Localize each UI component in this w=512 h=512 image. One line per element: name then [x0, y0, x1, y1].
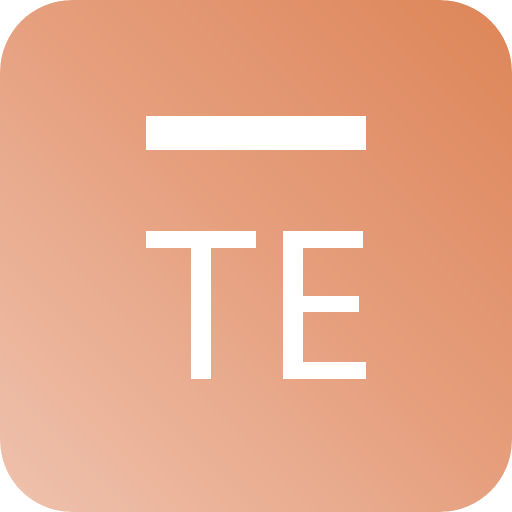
te-app-icon: TE: [0, 0, 512, 512]
overline-bar: [146, 116, 366, 150]
te-icon-graphic: [0, 0, 512, 512]
icon-background: [0, 0, 512, 512]
